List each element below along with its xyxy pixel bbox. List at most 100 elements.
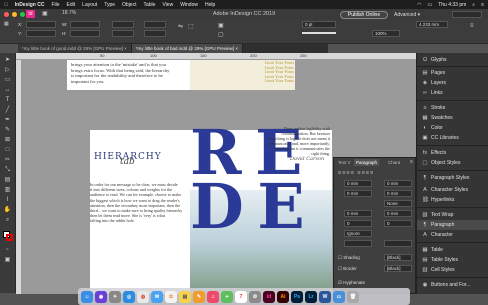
panel-cc-libraries[interactable]: ▣ CC Libraries — [417, 133, 488, 143]
panel-character-styles[interactable]: A Character Styles — [417, 185, 488, 195]
tab-text-variables[interactable]: Text V — [336, 159, 353, 166]
y-field[interactable] — [26, 30, 56, 37]
stroke-weight-field[interactable]: 0 pt — [302, 21, 336, 28]
tab-book-of-bad[interactable]: *my little book of bad.indd @ 29% [GPU P… — [131, 44, 244, 53]
drop-cap-chars-field[interactable]: 0 — [384, 220, 412, 227]
x-field[interactable] — [26, 21, 56, 28]
shading-color-select[interactable]: [Black] — [384, 254, 412, 261]
dock-chrome[interactable]: ◍ — [137, 290, 149, 303]
panel-paragraph[interactable]: ¶ Paragraph — [417, 220, 488, 230]
drop-cap-lines-field[interactable]: 0 — [344, 220, 372, 227]
w-field[interactable] — [70, 21, 100, 28]
rectangle-tool-icon[interactable]: □ — [3, 146, 12, 154]
page-top-right[interactable]: Limit Your Fonts Limit Your Fonts Limit … — [190, 60, 295, 90]
screen-mode-icon[interactable]: ▣ — [3, 256, 12, 264]
dock-illustrator[interactable]: Ai — [277, 290, 289, 303]
limit-fonts-text[interactable]: Limit Your Fonts Limit Your Fonts Limit … — [242, 60, 295, 84]
gradient-tool-icon[interactable]: ▤ — [3, 176, 12, 184]
spacing-field-2[interactable] — [384, 240, 412, 247]
space-before-field[interactable]: 0 mm — [344, 210, 372, 217]
menu-table[interactable]: Table — [143, 2, 155, 8]
panel-table[interactable]: ▦ Table — [417, 245, 488, 255]
border-checkbox[interactable]: ☐ Border — [338, 266, 357, 272]
line-tool-icon[interactable]: ╱ — [3, 106, 12, 114]
dock-finder[interactable]: ☺ — [81, 290, 93, 303]
select-container-icon[interactable]: ⬚ — [188, 23, 194, 30]
type-tool-icon[interactable]: T — [3, 96, 12, 104]
zoom-tool-icon[interactable]: ⌕ — [3, 216, 12, 224]
panel-color[interactable]: ◐ Color — [417, 123, 488, 133]
clock[interactable]: Thu 4:33 pm — [438, 2, 466, 8]
hand-tool-icon[interactable]: ✋ — [3, 206, 12, 214]
gap-tool-icon[interactable]: ↔ — [3, 86, 12, 94]
tab-paragraph[interactable]: Paragraph — [354, 159, 380, 166]
menu-file[interactable]: File — [51, 2, 59, 8]
panel-text-wrap[interactable]: ▧ Text Wrap — [417, 210, 488, 220]
first-line-indent-field[interactable]: 0 mm — [344, 190, 372, 197]
app-menu[interactable]: InDesign CC — [15, 2, 45, 8]
panel-stroke[interactable]: ≡ Stroke — [417, 103, 488, 113]
panel-table-styles[interactable]: ▤ Table Styles — [417, 255, 488, 265]
dock-notes[interactable]: ▤ — [179, 290, 191, 303]
caption-signature[interactable]: David Carson — [290, 156, 324, 162]
menu-edit[interactable]: Edit — [67, 2, 76, 8]
menu-list-icon[interactable]: ≡ — [481, 2, 484, 8]
pen-tool-icon[interactable]: ✒ — [3, 116, 12, 124]
dock-word[interactable]: W — [319, 290, 331, 303]
scissors-tool-icon[interactable]: ✂ — [3, 156, 12, 164]
scale-y-field[interactable] — [112, 30, 134, 37]
panel-cell-styles[interactable]: ▥ Cell Styles — [417, 265, 488, 275]
opacity-field[interactable]: 100% — [372, 30, 400, 37]
tab-book-of-good[interactable]: *my little book of good.indd @ 29% [GPU … — [18, 44, 132, 53]
fill-swatch-icon[interactable]: ▣ — [218, 22, 224, 29]
panel-menu-icon[interactable]: ≡ — [470, 23, 474, 29]
right-indent-field[interactable]: 0 mm — [384, 180, 412, 187]
page-spread-main[interactable]: HIERARCHY tab In order for our message t… — [90, 122, 332, 294]
panel-menu-icon[interactable]: ≡ — [410, 159, 413, 165]
tab-character[interactable]: Chara — [386, 159, 402, 166]
format-container-icon[interactable]: ▫ — [3, 246, 12, 254]
horizontal-ruler[interactable]: 50 100 150 200 250 — [16, 53, 416, 60]
publish-online-button[interactable]: Publish Online — [340, 11, 388, 19]
left-indent-field[interactable]: 0 mm — [344, 180, 372, 187]
note-tool-icon[interactable]: ▥ — [3, 186, 12, 194]
dock-indesign[interactable]: Id — [263, 290, 275, 303]
panel-links[interactable]: ∞ Links — [417, 88, 488, 98]
panel-effects[interactable]: fx Effects — [417, 148, 488, 158]
align-buttons[interactable]: ≡≡≡≡ ≡≡≡≡ — [338, 170, 374, 176]
panel-glyphs[interactable]: Ω Glyphs — [417, 55, 488, 65]
dock-mail[interactable]: ✉ — [151, 290, 163, 303]
hyphenate-checkbox[interactable]: ☑ Hyphenate — [338, 280, 365, 286]
dock-pages[interactable]: ✎ — [193, 290, 205, 303]
shading-checkbox[interactable]: ☐ Shading — [338, 255, 360, 261]
dock-launchpad[interactable]: ✦ — [109, 290, 121, 303]
panel-object-styles[interactable]: ▢ Object Styles — [417, 158, 488, 168]
menu-view[interactable]: View — [162, 2, 173, 8]
dock-settings[interactable]: ⚙ — [249, 290, 261, 303]
paragraph-panel[interactable]: Text V Paragraph Chara ≡ ≡≡≡≡ ≡≡≡≡ 0 mm … — [333, 157, 416, 294]
free-transform-tool-icon[interactable]: ⤡ — [3, 166, 12, 174]
pencil-tool-icon[interactable]: ✎ — [3, 126, 12, 134]
menu-help[interactable]: Help — [205, 2, 215, 8]
menu-object[interactable]: Object — [122, 2, 136, 8]
panel-swatches[interactable]: ▦ Swatches — [417, 113, 488, 123]
dock-trash[interactable]: 🗑 — [347, 290, 359, 303]
dock-maps[interactable]: ⌖ — [221, 290, 233, 303]
dock-safari[interactable]: ◎ — [123, 290, 135, 303]
reference-point-icon[interactable]: ▦ — [4, 21, 9, 27]
shear-field[interactable] — [144, 30, 166, 37]
eyedropper-tool-icon[interactable]: ⌇ — [3, 196, 12, 204]
page-tool-icon[interactable]: ▭ — [3, 76, 12, 84]
menu-window[interactable]: Window — [180, 2, 198, 8]
ignore-select[interactable]: Ignore — [344, 230, 372, 237]
search-stock-field[interactable] — [452, 11, 482, 18]
stroke-swatch[interactable] — [6, 234, 13, 241]
script-title[interactable]: tab — [120, 157, 135, 167]
wifi-icon[interactable]: ◠ — [417, 2, 421, 8]
dock-calendar[interactable]: 7 — [235, 290, 247, 303]
stroke-swatch-icon[interactable]: ▢ — [218, 31, 224, 38]
panel-character[interactable]: A Character — [417, 230, 488, 240]
dock-siri[interactable]: ◉ — [95, 290, 107, 303]
dock-music[interactable]: ♫ — [207, 290, 219, 303]
align-to-grid-select[interactable]: None — [384, 200, 412, 207]
